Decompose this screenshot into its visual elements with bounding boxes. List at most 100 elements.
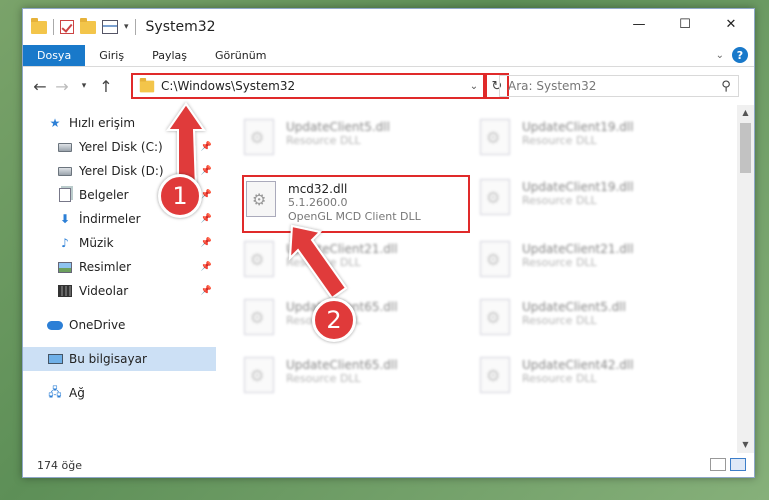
ribbon-right-controls: ⌄ ? (716, 47, 748, 63)
file-name: UpdateClient5.dll (522, 300, 626, 314)
pin-icon: 📌 (200, 166, 212, 176)
pictures-icon (58, 261, 72, 273)
customize-toolbar-caret-icon[interactable]: ▾ (124, 22, 129, 32)
sidebar-item-music[interactable]: ♪ Müzik 📌 (23, 231, 216, 255)
explorer-window: ▾ System32 — ☐ ✕ Dosya Giriş Paylaş Görü… (22, 8, 755, 478)
sidebar-item-network[interactable]: 🖧 Ağ (23, 381, 216, 405)
dll-file-icon (244, 299, 274, 335)
navigation-pane: ★ Hızlı erişim Yerel Disk (C:) 📌 Yerel D… (23, 105, 216, 453)
toolbar-separator (134, 19, 136, 35)
scroll-up-icon[interactable]: ▲ (737, 105, 754, 121)
title-bar: ▾ System32 — ☐ ✕ (23, 9, 754, 45)
sidebar-item-label: Hızlı erişim (69, 116, 136, 130)
details-view-icon[interactable] (710, 458, 726, 471)
documents-icon (59, 188, 71, 202)
list-item[interactable]: UpdateClient5.dll Resource DLL (244, 119, 464, 159)
search-icon[interactable]: ⚲ (714, 79, 738, 94)
tab-share[interactable]: Paylaş (138, 45, 201, 66)
window-controls: — ☐ ✕ (616, 9, 754, 39)
address-dropdown-chevron-icon[interactable]: ⌄ (465, 81, 483, 92)
dll-file-icon (244, 241, 274, 277)
sidebar-item-label: OneDrive (69, 318, 126, 332)
dll-file-icon (480, 299, 510, 335)
search-input[interactable]: Ara: System32 (508, 79, 714, 93)
file-name: UpdateClient19.dll (522, 180, 634, 194)
download-arrow-icon: ⬇ (59, 212, 71, 226)
pin-icon: 📌 (200, 262, 212, 272)
list-item[interactable]: UpdateClient42.dll Resource DLL (480, 357, 700, 397)
list-item[interactable]: UpdateClient21.dll Resource DLL (244, 241, 464, 281)
dll-file-icon (480, 119, 510, 155)
vertical-scrollbar[interactable]: ▲ ▼ (737, 105, 754, 453)
file-type: Resource DLL (522, 314, 597, 327)
file-type: Resource DLL (522, 134, 597, 147)
back-arrow-icon[interactable]: ← (29, 77, 51, 96)
search-box[interactable]: Ara: System32 ⚲ (499, 75, 739, 97)
sidebar-item-videos[interactable]: Videolar 📌 (23, 279, 216, 303)
expand-ribbon-chevron-icon[interactable]: ⌄ (716, 50, 724, 61)
dll-file-icon (480, 179, 510, 215)
scroll-thumb[interactable] (740, 123, 751, 173)
sidebar-item-label: Ağ (69, 386, 85, 400)
dll-file-icon (244, 119, 274, 155)
properties-icon[interactable] (102, 20, 118, 34)
file-type: Resource DLL (522, 256, 597, 269)
list-item[interactable]: UpdateClient19.dll Resource DLL (480, 119, 700, 159)
address-path[interactable]: C:\Windows\System32 (161, 79, 465, 93)
tab-view[interactable]: Görünüm (201, 45, 280, 66)
file-type: Resource DLL (286, 134, 361, 147)
sidebar-item-label: Yerel Disk (D:) (79, 164, 164, 178)
sidebar-item-pictures[interactable]: Resimler 📌 (23, 255, 216, 279)
properties-check-icon[interactable] (60, 20, 74, 34)
file-name: UpdateClient21.dll (286, 242, 398, 256)
cloud-icon (47, 320, 63, 330)
step-2-badge: 2 (312, 298, 356, 342)
sidebar-item-onedrive[interactable]: OneDrive (23, 313, 216, 337)
pin-icon: 📌 (200, 190, 212, 200)
list-item[interactable]: UpdateClient5.dll Resource DLL (480, 299, 700, 339)
sidebar-item-label: Müzik (79, 236, 114, 250)
minimize-button[interactable]: — (616, 9, 662, 39)
item-count: 174 öğe (37, 458, 82, 472)
content-area: ★ Hızlı erişim Yerel Disk (C:) 📌 Yerel D… (23, 105, 754, 453)
list-item[interactable]: UpdateClient19.dll Resource DLL (480, 179, 700, 219)
pin-icon: 📌 (200, 214, 212, 224)
tab-home[interactable]: Giriş (85, 45, 138, 66)
dll-file-icon (244, 357, 274, 393)
list-item[interactable]: UpdateClient21.dll Resource DLL (480, 241, 700, 281)
quick-access-toolbar: ▾ (31, 17, 136, 35)
status-bar: 174 öğe (23, 453, 754, 477)
pin-icon: 📌 (200, 238, 212, 248)
hard-drive-icon (58, 142, 72, 152)
hard-drive-icon (58, 166, 72, 176)
address-bar[interactable]: C:\Windows\System32 ⌄ (131, 73, 485, 99)
file-type: Resource DLL (522, 194, 597, 207)
sidebar-item-this-pc[interactable]: Bu bilgisayar (23, 347, 216, 371)
window-title: System32 (145, 19, 216, 35)
forward-arrow-icon[interactable]: → (51, 77, 73, 96)
close-button[interactable]: ✕ (708, 9, 754, 39)
up-arrow-icon[interactable]: ↑ (95, 77, 117, 96)
file-type: Resource DLL (522, 372, 597, 385)
scroll-down-icon[interactable]: ▼ (737, 437, 754, 453)
sidebar-item-local-disk-c[interactable]: Yerel Disk (C:) 📌 (23, 135, 216, 159)
file-type: Resource DLL (286, 372, 361, 385)
highlight-box (242, 175, 470, 233)
help-icon[interactable]: ? (732, 47, 748, 63)
sidebar-item-label: Videolar (79, 284, 129, 298)
pin-icon: 📌 (200, 142, 212, 152)
maximize-button[interactable]: ☐ (662, 9, 708, 39)
network-icon: 🖧 (48, 384, 62, 399)
navigation-bar: ← → ▾ ↑ C:\Windows\System32 ⌄ ↻ Ara: Sys… (23, 67, 754, 105)
sidebar-item-quick-access[interactable]: ★ Hızlı erişim (23, 111, 216, 135)
dll-file-icon (480, 357, 510, 393)
recent-locations-caret-icon[interactable]: ▾ (73, 81, 95, 91)
tiles-view-icon[interactable] (730, 458, 746, 471)
new-folder-icon[interactable] (80, 17, 96, 34)
file-type: Resource DLL (286, 256, 361, 269)
tab-file[interactable]: Dosya (23, 45, 86, 66)
list-item[interactable]: UpdateClient65.dll Resource DLL (244, 357, 464, 397)
sidebar-item-label: Belgeler (79, 188, 129, 202)
